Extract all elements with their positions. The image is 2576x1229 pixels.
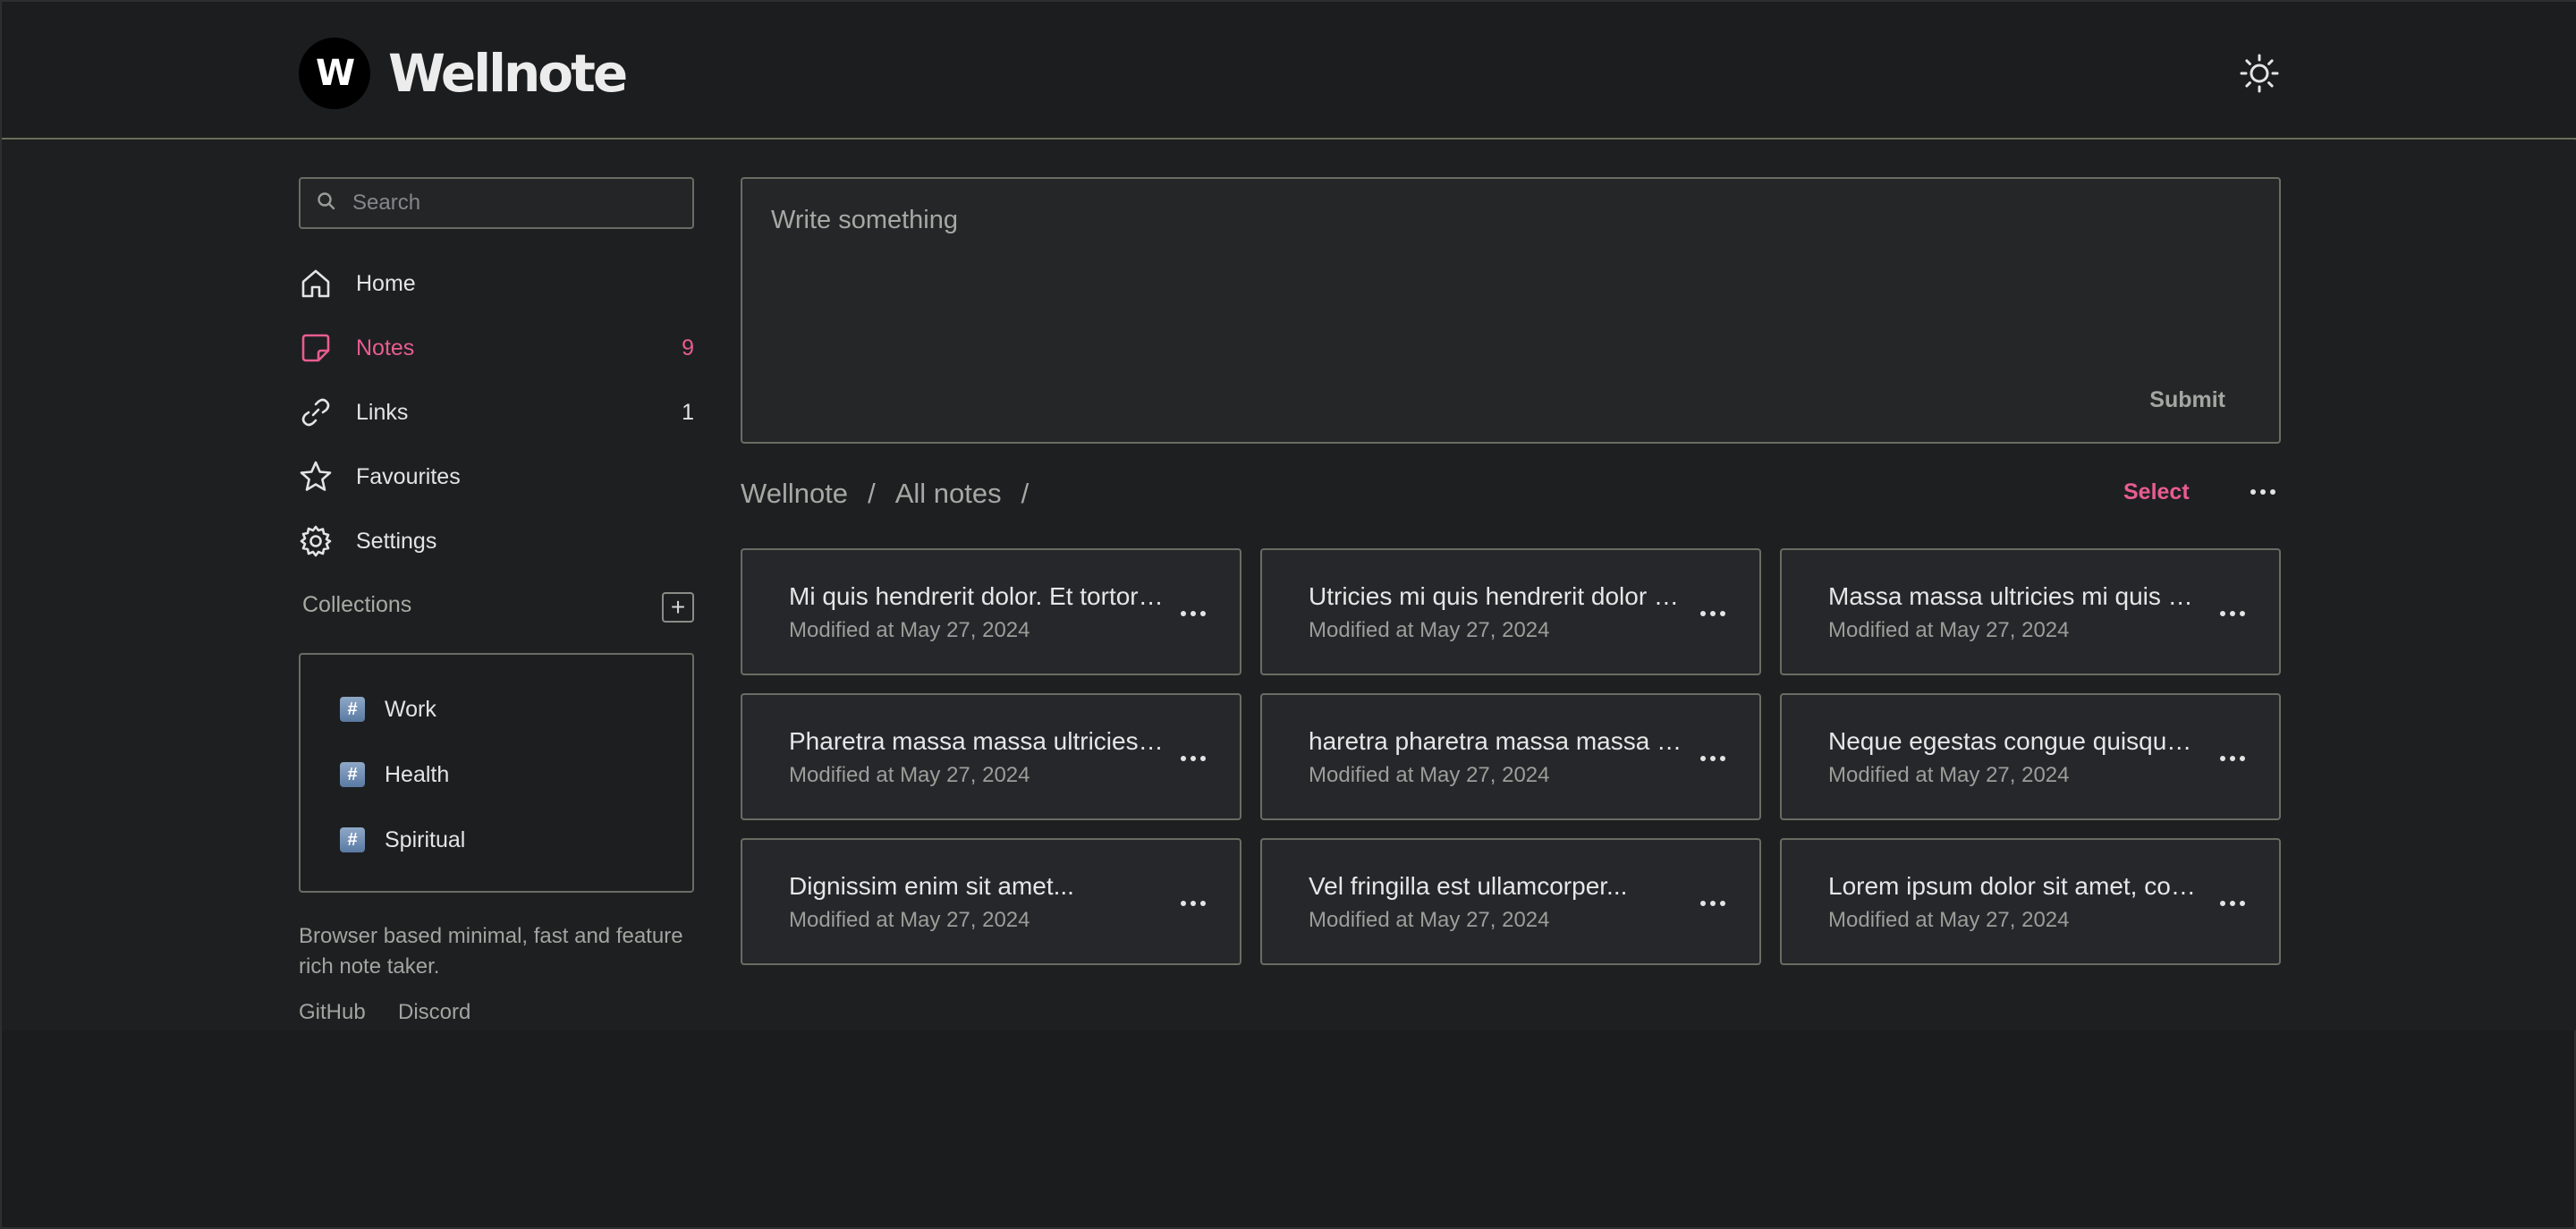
breadcrumb-current[interactable]: All notes bbox=[895, 478, 1002, 510]
note-title: Massa massa ultricies mi quis hendrerit bbox=[1828, 582, 2204, 610]
gear-icon bbox=[299, 523, 335, 559]
note-title: Pharetra massa massa ultricies mi quis bbox=[789, 727, 1165, 755]
nav-item-notes[interactable]: Notes 9 bbox=[299, 325, 694, 371]
search-input[interactable] bbox=[352, 191, 674, 216]
note-card[interactable]: Vel fringilla est ullamcorper... Modifie… bbox=[1260, 838, 1761, 965]
note-modified: Modified at May 27, 2024 bbox=[1309, 908, 1550, 932]
collection-label: Spiritual bbox=[385, 826, 466, 852]
note-more-icon[interactable] bbox=[1695, 600, 1731, 627]
theme-toggle-sun-icon[interactable] bbox=[2238, 52, 2281, 95]
note-more-icon[interactable] bbox=[1695, 890, 1731, 917]
nav-label-settings: Settings bbox=[356, 528, 437, 554]
nav-item-links[interactable]: Links 1 bbox=[299, 389, 694, 436]
link-icon bbox=[299, 394, 335, 430]
select-button[interactable]: Select bbox=[2123, 479, 2190, 505]
breadcrumb-separator: / bbox=[1021, 478, 1030, 509]
nav-item-settings[interactable]: Settings bbox=[299, 518, 694, 564]
logo-badge: W bbox=[299, 38, 370, 109]
note-modified: Modified at May 27, 2024 bbox=[1309, 618, 1550, 642]
note-title: Vel fringilla est ullamcorper... bbox=[1309, 872, 1628, 900]
hashtag-icon: # bbox=[340, 697, 365, 722]
note-more-icon[interactable] bbox=[1175, 600, 1211, 627]
search-icon bbox=[317, 191, 336, 216]
note-card[interactable]: Neque egestas congue quisque egestas Mod… bbox=[1780, 693, 2281, 820]
note-title: Mi quis hendrerit dolor. Et tortor conse… bbox=[789, 582, 1165, 610]
collection-item-work[interactable]: # Work bbox=[340, 691, 436, 727]
note-card[interactable]: Massa massa ultricies mi quis hendrerit … bbox=[1780, 548, 2281, 675]
collections-heading: Collections bbox=[302, 592, 412, 617]
nav-label-notes: Notes bbox=[356, 335, 415, 360]
nav-count-links: 1 bbox=[682, 399, 694, 425]
add-collection-button[interactable]: + bbox=[662, 592, 694, 623]
note-card[interactable]: Lorem ipsum dolor sit amet, consectetur … bbox=[1780, 838, 2281, 965]
nav-label-links: Links bbox=[356, 399, 409, 425]
note-modified: Modified at May 27, 2024 bbox=[789, 618, 1030, 642]
note-card[interactable]: Dignissim enim sit amet... Modified at M… bbox=[741, 838, 1241, 965]
collection-label: Work bbox=[385, 696, 436, 722]
note-modified: Modified at May 27, 2024 bbox=[789, 908, 1030, 932]
note-more-icon[interactable] bbox=[2215, 745, 2250, 772]
nav-label-home: Home bbox=[356, 270, 416, 296]
nav-item-home[interactable]: Home bbox=[299, 260, 694, 307]
note-modified: Modified at May 27, 2024 bbox=[1828, 908, 2070, 932]
note-title: Utricies mi quis hendrerit dolor magna bbox=[1309, 582, 1684, 610]
app-tagline: Browser based minimal, fast and feature … bbox=[299, 924, 683, 979]
nav-label-favourites: Favourites bbox=[356, 463, 461, 489]
nav-item-favourites[interactable]: Favourites bbox=[299, 453, 694, 500]
note-title: Dignissim enim sit amet... bbox=[789, 872, 1074, 900]
note-card[interactable]: haretra pharetra massa massa ultricies M… bbox=[1260, 693, 1761, 820]
note-title: haretra pharetra massa massa ultricies bbox=[1309, 727, 1684, 755]
search-box[interactable] bbox=[299, 177, 694, 229]
collections-list: # Work # Health # Spiritual bbox=[299, 653, 694, 893]
breadcrumb-separator: / bbox=[868, 478, 876, 509]
note-more-icon[interactable] bbox=[2215, 600, 2250, 627]
submit-button[interactable]: Submit bbox=[2149, 387, 2225, 413]
star-icon bbox=[299, 459, 335, 495]
nav-count-notes: 9 bbox=[682, 335, 694, 360]
collection-item-spiritual[interactable]: # Spiritual bbox=[340, 822, 465, 858]
discord-link[interactable]: Discord bbox=[398, 1000, 470, 1025]
note-title: Neque egestas congue quisque egestas bbox=[1828, 727, 2204, 755]
note-card[interactable]: Utricies mi quis hendrerit dolor magna M… bbox=[1260, 548, 1761, 675]
note-more-icon[interactable] bbox=[1175, 745, 1211, 772]
note-modified: Modified at May 27, 2024 bbox=[1828, 763, 2070, 787]
app-window: W Wellnote Search Home Notes 9 Links 1 F… bbox=[0, 0, 2576, 1229]
note-more-icon[interactable] bbox=[1175, 890, 1211, 917]
note-modified: Modified at May 27, 2024 bbox=[1309, 763, 1550, 787]
note-title: Lorem ipsum dolor sit amet, consectetur bbox=[1828, 872, 2204, 900]
collection-item-health[interactable]: # Health bbox=[340, 757, 449, 792]
note-more-icon[interactable] bbox=[1695, 745, 1731, 772]
note-input[interactable] bbox=[771, 206, 2238, 340]
collection-label: Health bbox=[385, 761, 450, 787]
app-header: W Wellnote bbox=[2, 2, 2576, 140]
note-icon bbox=[299, 330, 335, 366]
note-modified: Modified at May 27, 2024 bbox=[789, 763, 1030, 787]
home-icon bbox=[299, 266, 335, 301]
more-options-icon[interactable] bbox=[2245, 481, 2281, 503]
note-card[interactable]: Mi quis hendrerit dolor. Et tortor conse… bbox=[741, 548, 1241, 675]
app-name: Wellnote bbox=[388, 43, 628, 104]
note-more-icon[interactable] bbox=[2215, 890, 2250, 917]
breadcrumb: Wellnote / All notes / bbox=[741, 476, 1048, 512]
hashtag-icon: # bbox=[340, 762, 365, 787]
note-composer: Submit bbox=[741, 177, 2281, 444]
note-card[interactable]: Pharetra massa massa ultricies mi quis M… bbox=[741, 693, 1241, 820]
github-link[interactable]: GitHub bbox=[299, 1000, 366, 1025]
breadcrumb-root[interactable]: Wellnote bbox=[741, 478, 848, 510]
hashtag-icon: # bbox=[340, 827, 365, 852]
note-modified: Modified at May 27, 2024 bbox=[1828, 618, 2070, 642]
